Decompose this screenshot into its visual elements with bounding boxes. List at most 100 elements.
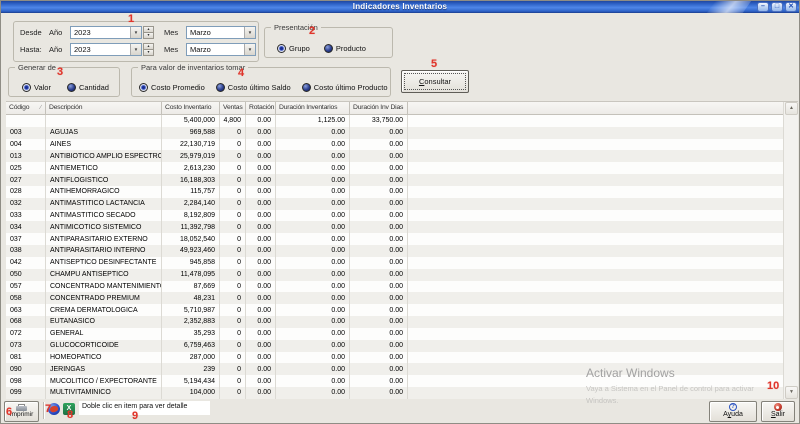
table-cell bbox=[46, 115, 162, 127]
table-row[interactable]: 042ANTISEPTICO DESINFECTANTE945,85800.00… bbox=[6, 257, 783, 269]
table-cell: 0.00 bbox=[276, 340, 350, 352]
table-cell: 0.00 bbox=[276, 328, 350, 340]
row-filler bbox=[408, 387, 783, 399]
table-row[interactable]: 028ANTIHEMORRAGICO115,75700.000.000.00 bbox=[6, 186, 783, 198]
table-row[interactable]: 013ANTIBIOTICO AMPLIO ESPECTRO25,979,019… bbox=[6, 150, 783, 162]
desde-month-combo[interactable]: Marzo ▼ bbox=[186, 26, 256, 39]
column-header[interactable]: Costo Inventario bbox=[162, 102, 220, 114]
table-row[interactable]: 004AINES22,130,71900.000.000.00 bbox=[6, 139, 783, 151]
table-cell: 032 bbox=[6, 198, 46, 210]
radio-cantidad[interactable] bbox=[67, 83, 76, 92]
table-cell: 0 bbox=[220, 304, 246, 316]
column-header[interactable]: Descripción bbox=[46, 102, 162, 114]
hasta-month-combo[interactable]: Marzo ▼ bbox=[186, 43, 256, 56]
minimize-icon[interactable]: – bbox=[757, 2, 769, 12]
radio-valor[interactable] bbox=[22, 83, 31, 92]
table-cell: 0.00 bbox=[350, 150, 408, 162]
table-cell: 5,400,000 bbox=[162, 115, 220, 127]
table-cell: 945,858 bbox=[162, 257, 220, 269]
table-cell: 004 bbox=[6, 139, 46, 151]
table-row[interactable]: 033ANTIMASTITICO SECADO8,192,80900.000.0… bbox=[6, 210, 783, 222]
maximize-icon[interactable]: □ bbox=[771, 2, 783, 12]
table-cell: 034 bbox=[6, 221, 46, 233]
column-header[interactable]: Rotación bbox=[246, 102, 276, 114]
table-row[interactable]: 057CONCENTRADO MANTENIMIENTO87,66900.000… bbox=[6, 281, 783, 293]
radio-label: Costo Promedio bbox=[151, 83, 205, 92]
desde-year-stepper[interactable]: ▲▼ bbox=[143, 26, 154, 39]
table-cell: 0.00 bbox=[350, 328, 408, 340]
chevron-down-icon[interactable]: ▼ bbox=[244, 27, 255, 38]
table-row[interactable]: 050CHAMPU ANTISEPTICO11,478,09500.000.00… bbox=[6, 269, 783, 281]
radio-grupo[interactable] bbox=[277, 44, 286, 53]
vertical-scrollbar[interactable]: ▲ ▼ bbox=[783, 102, 798, 399]
table-cell: 028 bbox=[6, 186, 46, 198]
column-header[interactable]: Ventas bbox=[220, 102, 246, 114]
column-header[interactable]: Duración Inv Dias bbox=[350, 102, 408, 114]
chevron-down-icon[interactable]: ▼ bbox=[130, 44, 141, 55]
table-cell: 4,800 bbox=[220, 115, 246, 127]
row-filler bbox=[408, 162, 783, 174]
table-cell: ANTIMASTITICO LACTANCIA bbox=[46, 198, 162, 210]
hint-label: Doble clic en item para ver detalle bbox=[79, 401, 210, 415]
hasta-year-stepper[interactable]: ▲▼ bbox=[143, 43, 154, 56]
table-cell: 057 bbox=[6, 281, 46, 293]
table-row[interactable]: 027ANTIFLOGISTICO16,188,30300.000.000.00 bbox=[6, 174, 783, 186]
table-row[interactable]: 098MUCOLITICO / EXPECTORANTE5,194,43400.… bbox=[6, 375, 783, 387]
row-filler bbox=[408, 292, 783, 304]
table-cell: 48,231 bbox=[162, 292, 220, 304]
table-cell: 0.00 bbox=[276, 281, 350, 293]
table-row[interactable]: 032ANTIMASTITICO LACTANCIA2,284,14000.00… bbox=[6, 198, 783, 210]
row-filler bbox=[408, 221, 783, 233]
table-row[interactable]: 037ANTIPARASITARIO EXTERNO18,052,54000.0… bbox=[6, 233, 783, 245]
table-row[interactable]: 063CREMA DERMATOLOGICA5,710,98700.000.00… bbox=[6, 304, 783, 316]
hasta-year-combo[interactable]: 2023 ▼ bbox=[70, 43, 142, 56]
radio-costo-ltimo-producto[interactable] bbox=[302, 83, 311, 92]
table-cell: 0.00 bbox=[350, 233, 408, 245]
bottom-bar: Imprimir X Doble clic en item para ver d… bbox=[1, 399, 799, 424]
table-row[interactable]: 072GENERAL35,29300.000.000.00 bbox=[6, 328, 783, 340]
table-cell: 025 bbox=[6, 162, 46, 174]
chevron-down-icon[interactable]: ▼ bbox=[130, 27, 141, 38]
chevron-down-icon[interactable]: ▼ bbox=[244, 44, 255, 55]
table-cell: 16,188,303 bbox=[162, 174, 220, 186]
table-cell: 104,000 bbox=[162, 387, 220, 399]
table-cell: 0.00 bbox=[350, 375, 408, 387]
table-row[interactable]: 034ANTIMICOTICO SISTEMICO11,392,79800.00… bbox=[6, 221, 783, 233]
column-header[interactable]: Código bbox=[6, 102, 46, 114]
table-row[interactable]: 025ANTIEMETICO2,613,23000.000.000.00 bbox=[6, 162, 783, 174]
annotation-number: 4 bbox=[238, 67, 244, 79]
desde-year-combo[interactable]: 2023 ▼ bbox=[70, 26, 142, 39]
consultar-button[interactable]: Consultar bbox=[401, 70, 469, 93]
table-row[interactable]: 099MULTIVITAMINICO104,00000.000.000.00 bbox=[6, 387, 783, 399]
table-row[interactable]: 058CONCENTRADO PREMIUM48,23100.000.000.0… bbox=[6, 292, 783, 304]
table-cell: 038 bbox=[6, 245, 46, 257]
radio-costo-promedio[interactable] bbox=[139, 83, 148, 92]
table-cell: 5,194,434 bbox=[162, 375, 220, 387]
table-row[interactable]: 068EUTANASICO2,352,88300.000.000.00 bbox=[6, 316, 783, 328]
scroll-down-icon[interactable]: ▼ bbox=[785, 386, 798, 399]
table-row[interactable]: 081HOMEOPATICO287,00000.000.000.00 bbox=[6, 352, 783, 364]
ayuda-button[interactable]: ? Ayuda bbox=[709, 401, 757, 422]
table-row[interactable]: 038ANTIPARASITARIO INTERNO49,923,46000.0… bbox=[6, 245, 783, 257]
table-cell: GLUCOCORTICOIDE bbox=[46, 340, 162, 352]
table-cell: ANTIMICOTICO SISTEMICO bbox=[46, 221, 162, 233]
column-header[interactable]: Duración Inventarios bbox=[276, 102, 350, 114]
table-row[interactable]: 5,400,0004,8000.001,125.0033,750.00 bbox=[6, 115, 783, 127]
scroll-up-icon[interactable]: ▲ bbox=[785, 102, 798, 115]
table-cell: 0 bbox=[220, 150, 246, 162]
table-row[interactable]: 090JERINGAS23900.000.000.00 bbox=[6, 363, 783, 375]
table-cell: 2,613,230 bbox=[162, 162, 220, 174]
table-cell: 0 bbox=[220, 352, 246, 364]
table-cell: 0 bbox=[220, 269, 246, 281]
table-row[interactable]: 003AGUJAS969,58800.000.000.00 bbox=[6, 127, 783, 139]
radio-label: Valor bbox=[34, 83, 51, 92]
close-icon[interactable]: ✕ bbox=[785, 2, 797, 12]
table-cell: 0.00 bbox=[246, 340, 276, 352]
radio-producto[interactable] bbox=[324, 44, 333, 53]
radio-costo-ltimo-saldo[interactable] bbox=[216, 83, 225, 92]
table-row[interactable]: 073GLUCOCORTICOIDE6,759,46300.000.000.00 bbox=[6, 340, 783, 352]
table-cell: 0 bbox=[220, 198, 246, 210]
annotation-number: 8 bbox=[67, 409, 73, 421]
salir-button[interactable]: Salir bbox=[761, 401, 795, 422]
title-bar[interactable]: Indicadores Inventarios – □ ✕ bbox=[1, 1, 799, 13]
